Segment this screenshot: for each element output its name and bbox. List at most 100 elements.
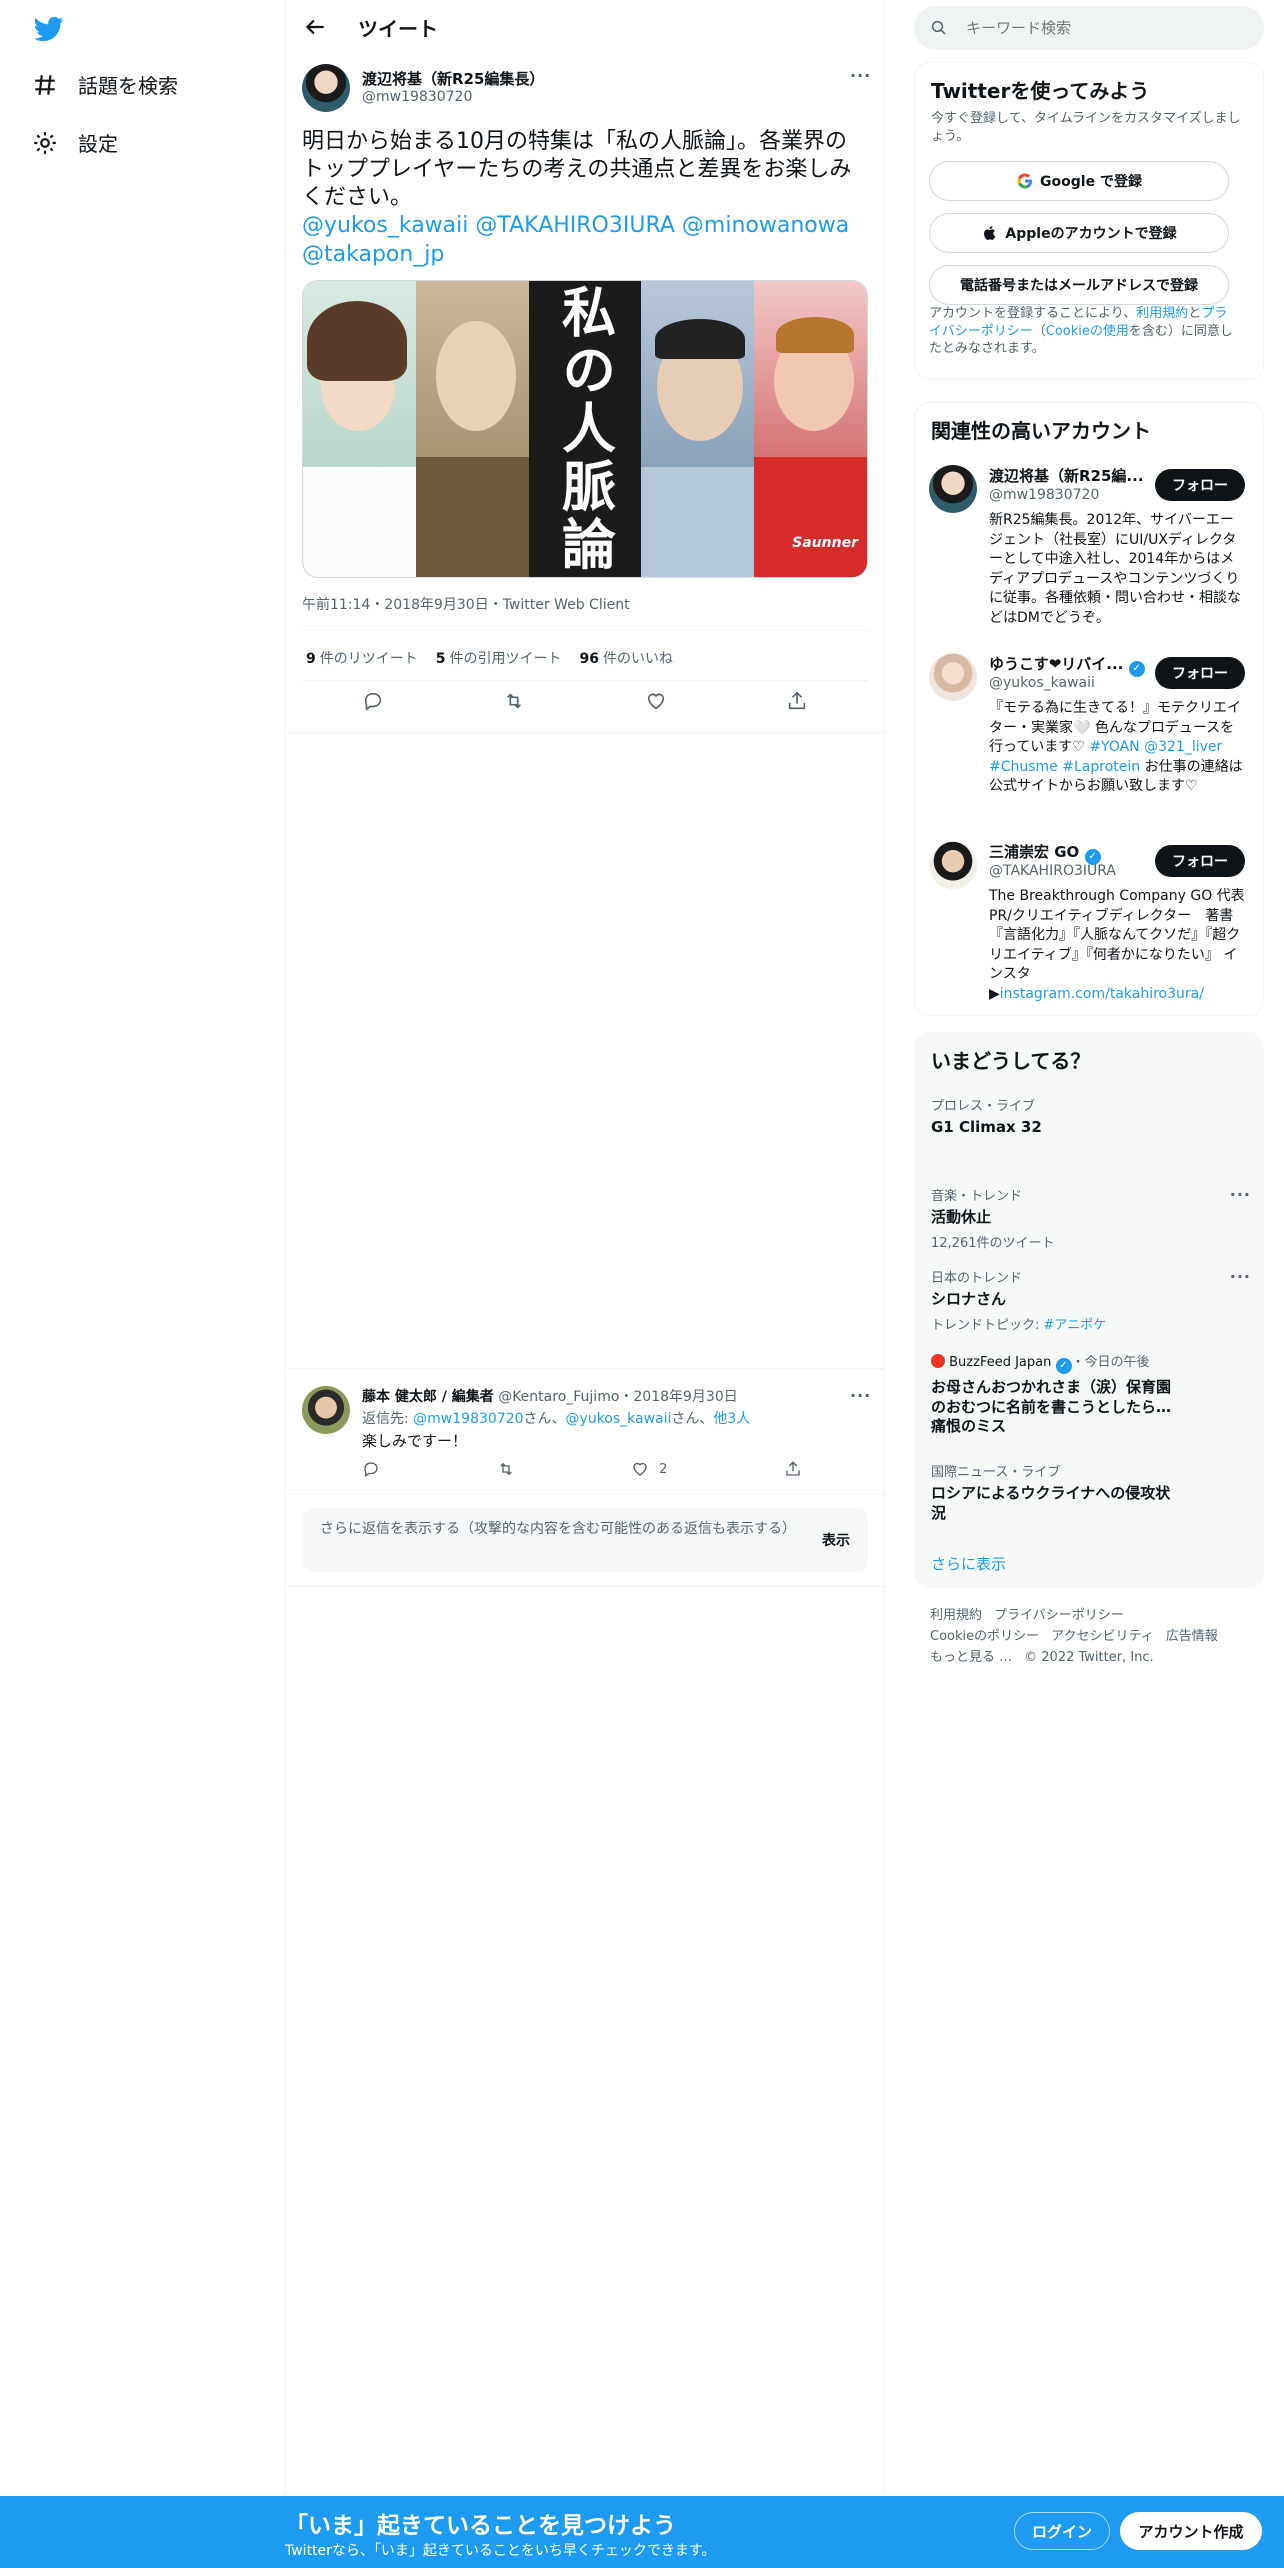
reply-icon[interactable] <box>362 1460 380 1478</box>
footer-link[interactable]: Cookieのポリシー <box>930 1629 1039 1644</box>
tweet-mentions-line-1[interactable]: @yukos_kawaii @TAKAHIRO3IURA @minowanowa <box>302 213 849 238</box>
account-avatar[interactable] <box>929 465 977 513</box>
follow-button[interactable]: フォロー <box>1155 845 1245 877</box>
reply-to-link[interactable]: @mw19830720 <box>413 1411 523 1427</box>
show-more-button[interactable]: 表示 <box>822 1530 850 1550</box>
login-button[interactable]: ログイン <box>1014 2512 1110 2550</box>
account-handle[interactable]: @yukos_kawaii <box>989 675 1095 691</box>
retweets-stat[interactable]: 9 件のリツイート <box>306 648 418 668</box>
author-avatar[interactable] <box>302 64 350 112</box>
nav-settings[interactable]: 設定 <box>32 128 118 157</box>
account-name[interactable]: ゆうこす❤リバイ... ✓ <box>989 653 1149 677</box>
back-arrow-icon[interactable] <box>302 14 328 40</box>
nav-explore[interactable]: 話題を検索 <box>32 70 178 99</box>
quotes-stat[interactable]: 5 件の引用ツイート <box>436 648 562 668</box>
hashtag-link[interactable]: #YOAN <box>1089 739 1139 755</box>
footer-link[interactable]: 利用規約 <box>930 1608 982 1623</box>
page-header: ツイート <box>286 0 884 54</box>
reply-to-more-link[interactable]: 他3人 <box>713 1411 750 1427</box>
share-icon[interactable] <box>784 1460 802 1478</box>
account-handle[interactable]: @mw19830720 <box>989 487 1099 503</box>
reply-author[interactable]: 藤本 健太郎 / 編集者 @Kentaro_Fujimo・2018年9月30日 <box>362 1386 738 1406</box>
gear-icon <box>34 131 56 154</box>
author-handle[interactable]: @mw19830720 <box>362 89 472 105</box>
more-options-icon[interactable]: ··· <box>850 66 871 85</box>
reply-avatar[interactable] <box>302 1386 350 1434</box>
relevant-accounts-title: 関連性の高いアカウント <box>931 419 1151 443</box>
reply-like[interactable]: 2 <box>631 1460 667 1478</box>
search-bar[interactable] <box>914 6 1264 50</box>
trend-item[interactable]: 日本のトレンド ··· シロナさん トレンドトピック: #アニポケ <box>931 1267 1251 1333</box>
reply-actions: 2 <box>362 1460 802 1478</box>
phone-email-signup-button[interactable]: 電話番号またはメールアドレスで登録 <box>929 265 1229 305</box>
cookie-link[interactable]: Cookieの使用 <box>1046 324 1129 339</box>
main-column: ツイート 渡辺将基（新R25編集長） @mw19830720 ··· 明日から始… <box>285 0 885 2500</box>
likes-count: 96 <box>579 651 599 667</box>
account-avatar[interactable] <box>929 841 977 889</box>
author-name[interactable]: 渡辺将基（新R25編集長） <box>362 68 544 89</box>
google-signup-button[interactable]: Google で登録 <box>929 161 1229 201</box>
reply-author-meta: @Kentaro_Fujimo・2018年9月30日 <box>498 1389 738 1405</box>
verified-badge-icon: ✓ <box>1055 1358 1072 1374</box>
google-signup-label: Google で登録 <box>1040 174 1142 190</box>
retweet-icon[interactable] <box>497 1460 515 1478</box>
trend-item[interactable]: 国際ニュース・ライブ ロシアによるウクライナへの侵攻状況 <box>931 1461 1251 1523</box>
reply-to-link[interactable]: @yukos_kawaii <box>566 1411 672 1427</box>
trend-topic-link[interactable]: #アニポケ <box>1044 1318 1107 1333</box>
apple-signup-label: Appleのアカウントで登録 <box>1005 226 1177 242</box>
hashtag-link[interactable]: #Laprotein <box>1062 759 1140 775</box>
share-icon[interactable] <box>786 690 808 712</box>
likes-stat[interactable]: 96 件のいいね <box>580 648 673 668</box>
account-bio: The Breakthrough Company GO 代表 PR/クリエイティ… <box>989 887 1245 1005</box>
trend-item[interactable]: 音楽・トレンド ··· 活動休止 12,261件のツイート <box>931 1185 1251 1251</box>
news-title: お母さんおつかれさま（涙）保育園のおむつに名前を書こうとしたら…痛恨のミス <box>931 1378 1172 1435</box>
account-handle[interactable]: @TAKAHIRO3IURA <box>989 863 1116 879</box>
news-item[interactable]: BuzzFeed Japan ✓ ・今日の午後 お母さんおつかれさま（涙）保育園の… <box>931 1351 1251 1437</box>
image-title-text: 私の人脈論 <box>552 284 617 574</box>
account-name[interactable]: 三浦崇宏 GO ✓ <box>989 841 1149 865</box>
bottom-bar-headline: 「いま」起きていることを見つけよう <box>285 2513 676 2539</box>
follow-button[interactable]: フォロー <box>1155 469 1245 501</box>
follow-button[interactable]: フォロー <box>1155 657 1245 689</box>
retweet-icon[interactable] <box>503 690 525 712</box>
likes-label: 件のいいね <box>602 651 673 667</box>
trend-category: 国際ニュース・ライブ <box>931 1465 1061 1480</box>
tweet-image[interactable]: 私の人脈論 Saunner <box>302 280 868 578</box>
trend-title: 活動休止 <box>931 1208 992 1226</box>
footer-more-link[interactable]: もっと見る … <box>930 1650 1012 1665</box>
twitter-logo-icon[interactable] <box>32 14 66 44</box>
phone-email-signup-label: 電話番号またはメールアドレスで登録 <box>960 278 1198 294</box>
footer-link[interactable]: 広告情報 <box>1166 1629 1218 1644</box>
reply-tweet[interactable]: 藤本 健太郎 / 編集者 @Kentaro_Fujimo・2018年9月30日 … <box>286 1372 884 1492</box>
trend-tweet-count: 12,261件のツイート <box>931 1235 1055 1251</box>
footer-copyright: © 2022 Twitter, Inc. <box>1024 1649 1154 1665</box>
show-more-trends-link[interactable]: さらに表示 <box>931 1553 1251 1574</box>
terms-link[interactable]: 利用規約 <box>1136 306 1188 321</box>
like-icon[interactable] <box>645 690 667 712</box>
footer-link[interactable]: プライバシーポリシー <box>994 1608 1124 1623</box>
signup-button[interactable]: アカウント作成 <box>1120 2512 1262 2550</box>
apple-signup-button[interactable]: Appleのアカウントで登録 <box>929 213 1229 253</box>
buzzfeed-logo-icon <box>931 1354 945 1368</box>
bottom-signup-bar: 「いま」起きていることを見つけよう Twitterなら、「いま」起きていることを… <box>0 2496 1284 2568</box>
more-options-icon[interactable]: ··· <box>850 1386 871 1405</box>
account-avatar[interactable] <box>929 653 977 701</box>
tweet-mentions-line-2[interactable]: @takapon_jp <box>302 242 444 267</box>
trend-title: ロシアによるウクライナへの侵攻状況 <box>931 1484 1171 1522</box>
more-options-icon[interactable]: ··· <box>1230 1185 1251 1204</box>
hashtag-link[interactable]: #Chusme <box>989 759 1058 775</box>
tweet-stats: 9 件のリツイート 5 件の引用ツイート 96 件のいいね <box>306 648 673 668</box>
hashtag-icon <box>35 74 55 95</box>
search-input[interactable] <box>966 19 1246 37</box>
footer-link[interactable]: アクセシビリティ <box>1051 1629 1154 1644</box>
reply-icon[interactable] <box>362 690 384 712</box>
mention-link[interactable]: @321_liver <box>1144 739 1222 755</box>
tweet-timestamp[interactable]: 午前11:14・2018年9月30日・Twitter Web Client <box>302 594 630 614</box>
show-more-replies[interactable]: さらに返信を表示する（攻撃的な内容を含む可能性のある返信も表示する） 表示 <box>302 1508 868 1572</box>
more-options-icon[interactable]: ··· <box>1230 1267 1251 1286</box>
account-name[interactable]: 渡辺将基（新R25編... <box>989 465 1149 486</box>
trend-item[interactable]: プロレス・ライブ G1 Climax 32 <box>931 1095 1251 1138</box>
bio-link[interactable]: instagram.com/takahiro3ura/ <box>1000 986 1204 1002</box>
retweets-label: 件のリツイート <box>319 651 418 667</box>
tweet-text: 明日から始まる10月の特集は「私の人脈論」。各業界のトッププレイヤーたちの考えの… <box>302 128 868 269</box>
